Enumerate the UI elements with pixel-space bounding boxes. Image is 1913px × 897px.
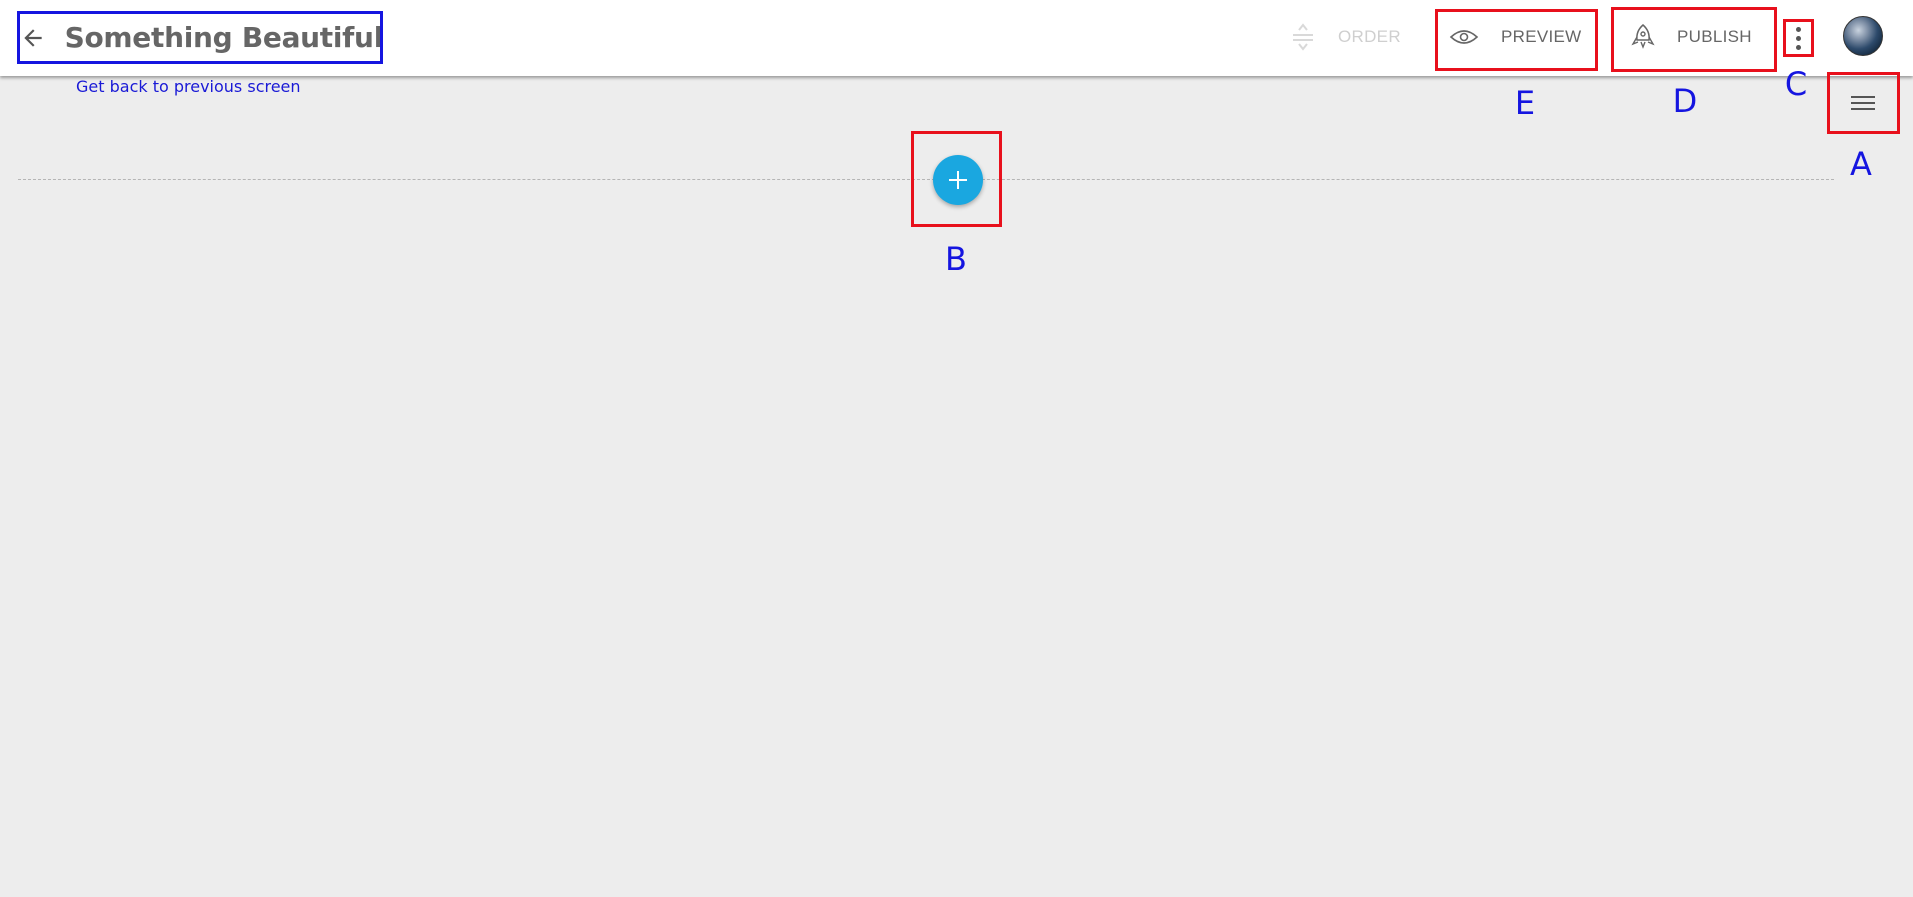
annotation-box-b xyxy=(911,131,1002,227)
annotation-box-e xyxy=(1435,9,1598,71)
annotation-label-c: C xyxy=(1784,65,1808,103)
annotation-box-d xyxy=(1611,7,1777,72)
annotation-label-e: E xyxy=(1514,84,1536,122)
annotation-label-b: B xyxy=(945,240,967,278)
order-button[interactable]: ORDER xyxy=(1290,10,1401,64)
annotation-box-c xyxy=(1783,19,1814,57)
back-hint-annotation: Get back to previous screen xyxy=(76,77,301,96)
annotation-box-title xyxy=(17,11,383,64)
order-icon xyxy=(1293,23,1313,51)
annotation-label-d: D xyxy=(1672,82,1698,120)
avatar[interactable] xyxy=(1843,16,1883,56)
order-label: ORDER xyxy=(1338,27,1401,46)
annotation-label-a: A xyxy=(1850,145,1872,183)
annotation-box-a xyxy=(1827,72,1900,134)
